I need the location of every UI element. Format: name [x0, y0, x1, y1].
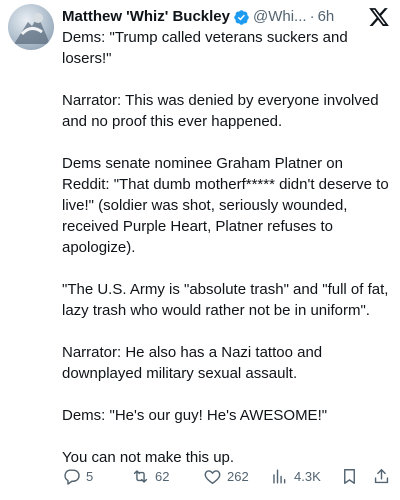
- repost-icon: [131, 467, 150, 486]
- reply-count: 5: [86, 468, 94, 484]
- tweet-paragraph: Narrator: He also has a Nazi tattoo and …: [62, 344, 323, 382]
- tweet-paragraph: Dems: "He's our guy! He's AWESOME!": [62, 407, 328, 424]
- bookmark-button[interactable]: [340, 467, 359, 486]
- share-icon: [372, 467, 391, 486]
- views-count: 4.3K: [294, 468, 321, 484]
- tweet-paragraph: Dems senate nominee Graham Platner on Re…: [62, 155, 389, 256]
- tweet-paragraph: "The U.S. Army is "absolute trash" and "…: [62, 281, 389, 319]
- bookmark-icon: [340, 467, 359, 486]
- repost-button[interactable]: 62: [131, 467, 169, 486]
- x-logo-icon[interactable]: [368, 6, 390, 28]
- reply-button[interactable]: 5: [62, 467, 93, 486]
- views-button[interactable]: 4.3K: [270, 467, 321, 486]
- timestamp[interactable]: 6h: [318, 7, 335, 27]
- like-count: 262: [227, 468, 249, 484]
- tweet-paragraph: Narrator: This was denied by everyone in…: [62, 92, 379, 130]
- verified-badge-icon: [233, 9, 250, 26]
- share-button[interactable]: [372, 467, 391, 486]
- tweet-text: Dems: "Trump called veterans suckers and…: [62, 27, 394, 468]
- tweet-paragraph: Dems: "Trump called veterans suckers and…: [62, 29, 348, 67]
- heart-icon: [203, 467, 222, 486]
- tweet-header: Matthew 'Whiz' Buckley @Whi... · 6h: [62, 6, 362, 28]
- display-name[interactable]: Matthew 'Whiz' Buckley: [62, 7, 230, 27]
- reply-icon: [62, 467, 81, 486]
- like-button[interactable]: 262: [203, 467, 249, 486]
- repost-count: 62: [155, 468, 170, 484]
- avatar[interactable]: [8, 4, 54, 50]
- action-bar: 5 62 262 4.3K: [62, 465, 392, 487]
- views-icon: [270, 467, 289, 486]
- tweet[interactable]: Matthew 'Whiz' Buckley @Whi... · 6h Dems…: [0, 0, 400, 500]
- handle[interactable]: @Whi...: [253, 7, 307, 27]
- separator-dot: ·: [309, 8, 315, 25]
